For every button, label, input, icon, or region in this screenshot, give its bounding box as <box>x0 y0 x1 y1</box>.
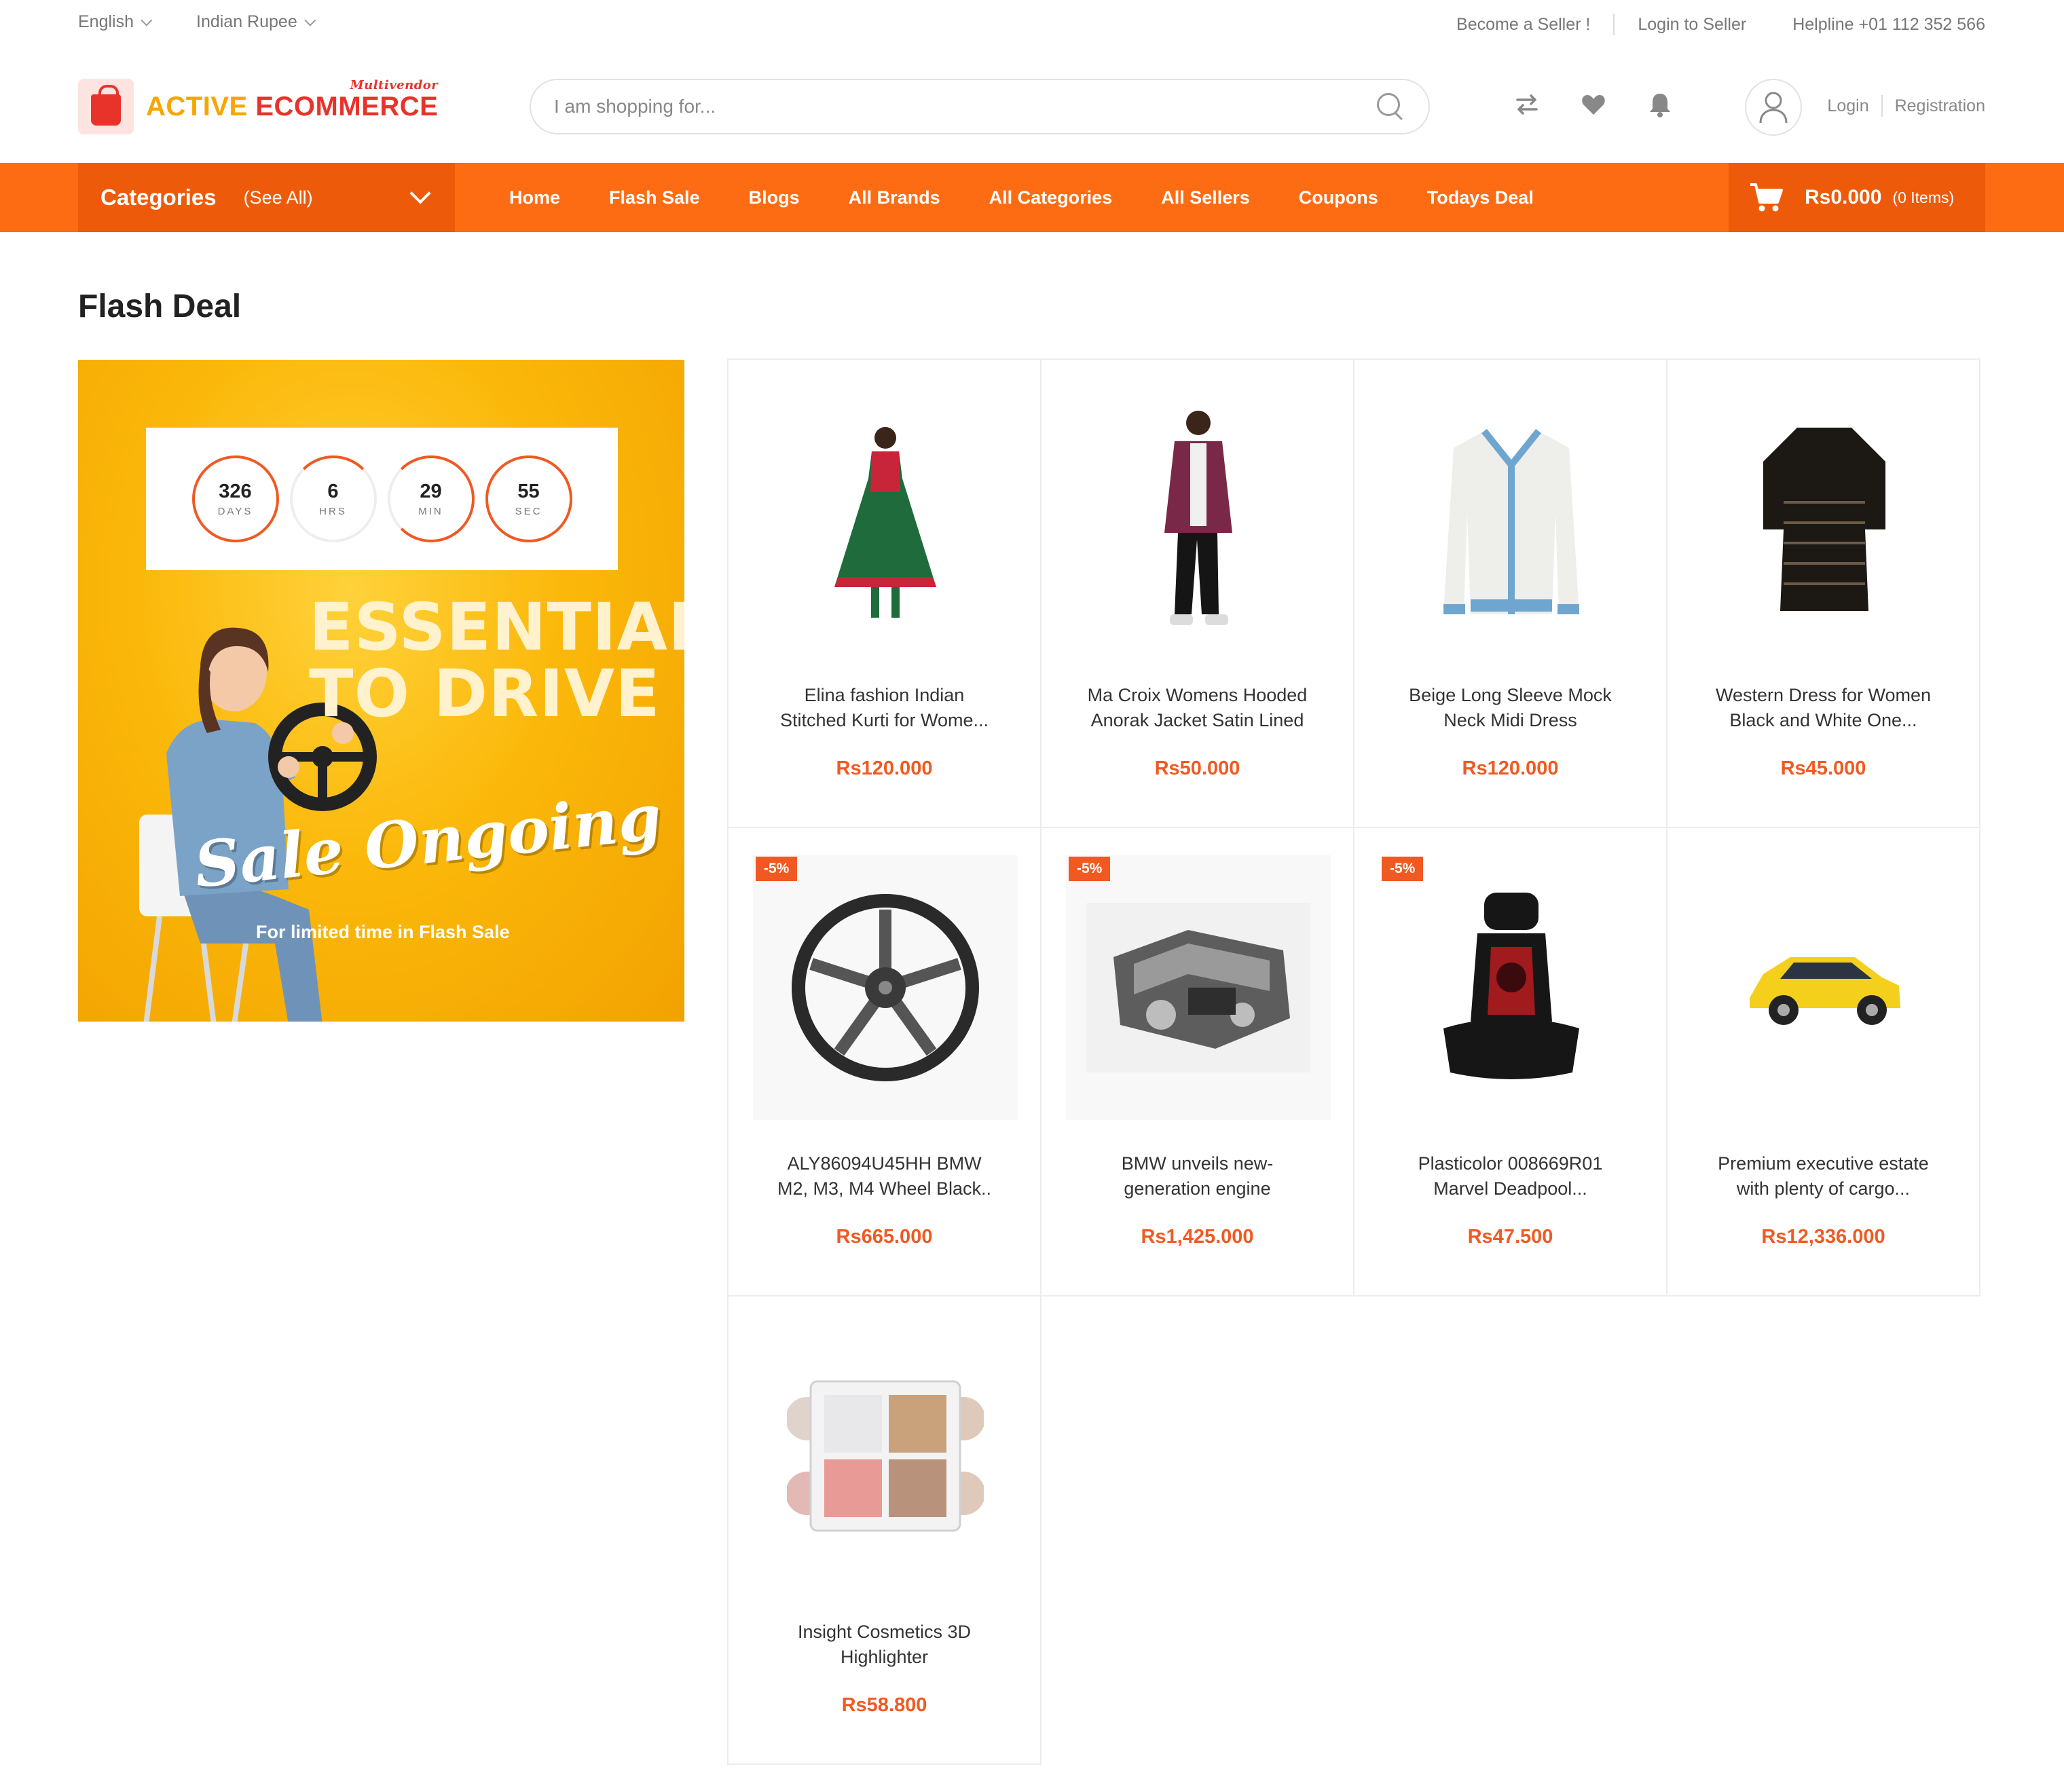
user-icon[interactable] <box>1745 79 1802 136</box>
product-name: Beige Long Sleeve Mock Neck Midi Dress <box>1409 685 1612 730</box>
product-card[interactable]: -5% ALY86094U45HH BMW M2, M3, M4 Wheel Bl… <box>727 827 1042 1296</box>
product-card[interactable]: Beige Long Sleeve Mock Neck Midi Dress Rs… <box>1353 358 1667 828</box>
auth-links: Login Registration <box>1827 95 1985 117</box>
top-bar-left: English Indian Rupee <box>78 12 316 32</box>
yellow-car-image <box>1692 855 1957 1120</box>
product-grid: Elina fashion Indian Stitched Kurti for W… <box>727 358 1986 1765</box>
product-card[interactable]: Ma Croix Womens Hooded Anorak Jacket Sati… <box>1040 358 1354 828</box>
countdown-days: 326 DAYS <box>191 455 279 542</box>
search-input[interactable] <box>554 96 1376 117</box>
product-price: Rs58.800 <box>841 1694 927 1716</box>
countdown-timer: 326 DAYS 6 HRS 29 MIN 55 SEC <box>146 428 618 570</box>
product-name: BMW unveils new-generation engine <box>1121 1153 1274 1199</box>
search-bar <box>530 79 1430 134</box>
product-name: ALY86094U45HH BMW M2, M3, M4 Wheel Black.… <box>777 1153 992 1199</box>
product-price: Rs47.500 <box>1467 1226 1553 1248</box>
logo-tagline: Multivendor <box>350 77 439 92</box>
page-title: Flash Deal <box>78 288 242 324</box>
product-card[interactable]: -5% Plasticolor 008669R01 Marvel Deadpool… <box>1353 827 1667 1296</box>
wheel-image <box>753 855 1018 1120</box>
see-all-label: (See All) <box>243 187 313 208</box>
cardigan-image <box>1379 387 1644 652</box>
product-name: Insight Cosmetics 3D Highlighter <box>797 1622 972 1667</box>
banner-headline: ESSENTIALS TO DRIVE <box>309 589 684 732</box>
top-bar: English Indian Rupee Become a Seller ! L… <box>0 0 2064 49</box>
nav-item-coupons[interactable]: Coupons <box>1299 187 1378 208</box>
product-price: Rs12,336.000 <box>1761 1226 1885 1248</box>
main-nav: Categories (See All) Home Flash Sale Blo… <box>0 163 2064 232</box>
nav-item-all-brands[interactable]: All Brands <box>849 187 940 208</box>
chevron-down-icon <box>141 14 153 26</box>
nav-item-all-sellers[interactable]: All Sellers <box>1161 187 1250 208</box>
kurti-dress-image <box>753 387 1018 652</box>
chevron-down-icon <box>304 14 316 26</box>
countdown-seconds: 55 SEC <box>485 455 572 542</box>
site-logo[interactable]: ACTIVE ECOMMERCE Multivendor <box>78 77 439 134</box>
product-card[interactable]: Elina fashion Indian Stitched Kurti for W… <box>727 358 1042 828</box>
nav-item-all-categories[interactable]: All Categories <box>989 187 1113 208</box>
currency-label: Indian Rupee <box>196 12 297 31</box>
countdown-minutes: 29 MIN <box>387 455 475 542</box>
chevron-down-icon <box>409 183 431 204</box>
product-name: Plasticolor 008669R01 Marvel Deadpool... <box>1418 1153 1603 1199</box>
countdown-hours: 6 HRS <box>289 455 377 542</box>
header-icons <box>1511 88 1676 121</box>
registration-link[interactable]: Registration <box>1895 96 1985 116</box>
currency-dropdown[interactable]: Indian Rupee <box>196 12 316 32</box>
header: ACTIVE ECOMMERCE Multivendor Login Regis… <box>0 49 2064 163</box>
nav-item-flash-sale[interactable]: Flash Sale <box>609 187 700 208</box>
banner-subtext: For limited time in Flash Sale <box>256 922 510 942</box>
hooded-jacket-image <box>1066 387 1331 652</box>
discount-badge: -5% <box>1382 857 1424 881</box>
product-price: Rs50.000 <box>1154 758 1240 779</box>
search-icon[interactable] <box>1376 92 1405 122</box>
language-dropdown[interactable]: English <box>78 12 153 32</box>
black-dress-image <box>1692 387 1957 652</box>
product-card[interactable]: -5% BMW unveils new-generation engine Rs… <box>1040 827 1354 1296</box>
product-price: Rs120.000 <box>1462 758 1559 779</box>
discount-badge: -5% <box>1069 857 1111 881</box>
cart-count: (0 Items) <box>1892 188 1955 206</box>
cart-icon <box>1750 183 1783 212</box>
compare-icon[interactable] <box>1511 88 1543 121</box>
highlighter-palette-image <box>753 1324 1018 1588</box>
flash-deal-banner[interactable]: 326DAYS 6HRS 29MIN 55SEC ESSENTIAL <box>78 360 684 1022</box>
product-card[interactable]: Insight Cosmetics 3D Highlighter Rs58.800 <box>727 1295 1042 1765</box>
product-card[interactable]: Western Dress for Women Black and White O… <box>1666 358 1980 828</box>
product-name: Ma Croix Womens Hooded Anorak Jacket Sati… <box>1087 685 1308 730</box>
product-price: Rs665.000 <box>836 1226 933 1248</box>
categories-label: Categories <box>100 185 217 210</box>
product-price: Rs45.000 <box>1780 758 1866 779</box>
seat-cover-image <box>1379 855 1644 1120</box>
cart-amount: Rs0.000 <box>1805 186 1882 208</box>
product-price: Rs120.000 <box>836 758 933 779</box>
logo-text: ACTIVE ECOMMERCE Multivendor <box>146 77 439 122</box>
helpline-text: Helpline +01 112 352 566 <box>1792 14 1985 34</box>
product-name: Premium executive estate with plenty of c… <box>1718 1153 1929 1199</box>
nav-item-home[interactable]: Home <box>509 187 560 208</box>
become-seller-link[interactable]: Become a Seller ! <box>1433 15 1613 35</box>
language-label: English <box>78 12 134 31</box>
engine-image <box>1066 855 1331 1120</box>
product-name: Western Dress for Women Black and White O… <box>1715 685 1932 730</box>
categories-dropdown[interactable]: Categories (See All) <box>78 163 455 232</box>
heart-icon[interactable] <box>1577 88 1610 121</box>
cart-button[interactable]: Rs0.000 (0 Items) <box>1729 163 1985 232</box>
nav-menu: Home Flash Sale Blogs All Brands All Cat… <box>509 163 1534 232</box>
divider <box>1881 95 1883 117</box>
product-name: Elina fashion Indian Stitched Kurti for W… <box>779 685 989 730</box>
product-card[interactable]: Premium executive estate with plenty of c… <box>1666 827 1980 1296</box>
nav-item-blogs[interactable]: Blogs <box>749 187 800 208</box>
login-seller-link[interactable]: Login to Seller <box>1615 15 1769 35</box>
shopping-bag-icon <box>78 79 134 134</box>
nav-item-todays-deal[interactable]: Todays Deal <box>1427 187 1534 208</box>
login-link[interactable]: Login <box>1827 96 1868 116</box>
product-price: Rs1,425.000 <box>1141 1226 1254 1248</box>
discount-badge: -5% <box>756 857 798 881</box>
bell-icon[interactable] <box>1644 88 1676 121</box>
top-bar-right: Become a Seller ! Login to Seller Helpli… <box>1433 14 1985 35</box>
